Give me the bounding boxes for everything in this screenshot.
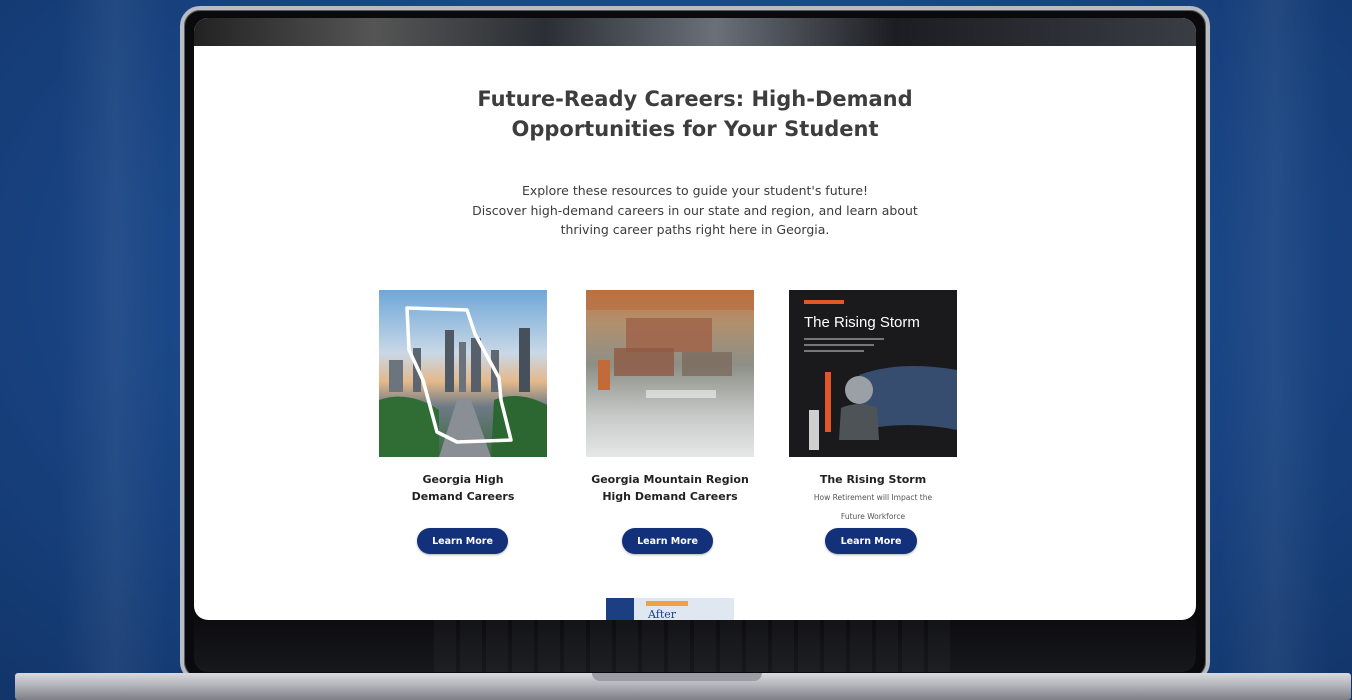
card-title-line2: High Demand Careers [602, 490, 738, 503]
card-subtitle-line1: How Retirement will Impact the [813, 493, 933, 502]
keyboard-keys [434, 620, 954, 672]
page-title: Future-Ready Careers: High-Demand Opport… [194, 84, 1196, 144]
career-card-georgia: Georgia High Demand Careers [379, 290, 547, 505]
laptop-keyboard [194, 620, 1196, 672]
learn-more-button-georgia[interactable]: Learn More [417, 528, 508, 554]
intro-line2: Discover high-demand careers in our stat… [472, 202, 918, 218]
teaser-accent-bar [646, 601, 688, 606]
laptop-screen: Future-Ready Careers: High-Demand Opport… [194, 18, 1196, 620]
laptop-notch [592, 673, 762, 681]
card-title-line1: Georgia High [422, 473, 504, 486]
learn-more-button-rising-storm[interactable]: Learn More [825, 528, 917, 554]
storm-graphic [804, 300, 957, 450]
intro-line1: Explore these resources to guide your st… [521, 183, 869, 198]
card-title-georgia: Georgia High Demand Careers [379, 471, 547, 505]
hero-image-strip [194, 18, 1196, 46]
mountain-town-image[interactable] [586, 290, 754, 457]
background-streak [1220, 0, 1330, 700]
card-subtitle-rising-storm: How Retirement will Impact the Future Wo… [789, 488, 957, 526]
career-card-mountain-region: Georgia Mountain Region High Demand Care… [586, 290, 754, 505]
background-streak [60, 0, 170, 700]
next-card-teaser[interactable]: After [606, 598, 734, 620]
page-title-line2: Opportunities for Your Student [511, 117, 879, 141]
card-title-line1: Georgia Mountain Region [591, 473, 749, 486]
rising-storm-image[interactable]: The Rising Storm [789, 290, 957, 457]
intro-line3: thriving career paths right here in Geor… [560, 222, 830, 237]
career-card-rising-storm: The Rising Storm The Rising Storm How Re… [789, 290, 957, 526]
atlanta-skyline-graphic [379, 306, 547, 457]
card-title-line2: Demand Careers [411, 490, 515, 503]
intro-text: Explore these resources to guide your st… [194, 181, 1196, 240]
learn-more-button-mountain-region[interactable]: Learn More [622, 528, 713, 554]
town-aerial-graphic [586, 290, 754, 398]
georgia-skyline-image[interactable] [379, 290, 547, 457]
teaser-text: After [648, 608, 677, 620]
card-title-rising-storm: The Rising Storm [819, 473, 927, 486]
page-title-line1: Future-Ready Careers: High-Demand [477, 87, 913, 111]
card-title-mountain-region: Georgia Mountain Region High Demand Care… [586, 471, 754, 505]
card-subtitle-line2: Future Workforce [840, 512, 906, 521]
